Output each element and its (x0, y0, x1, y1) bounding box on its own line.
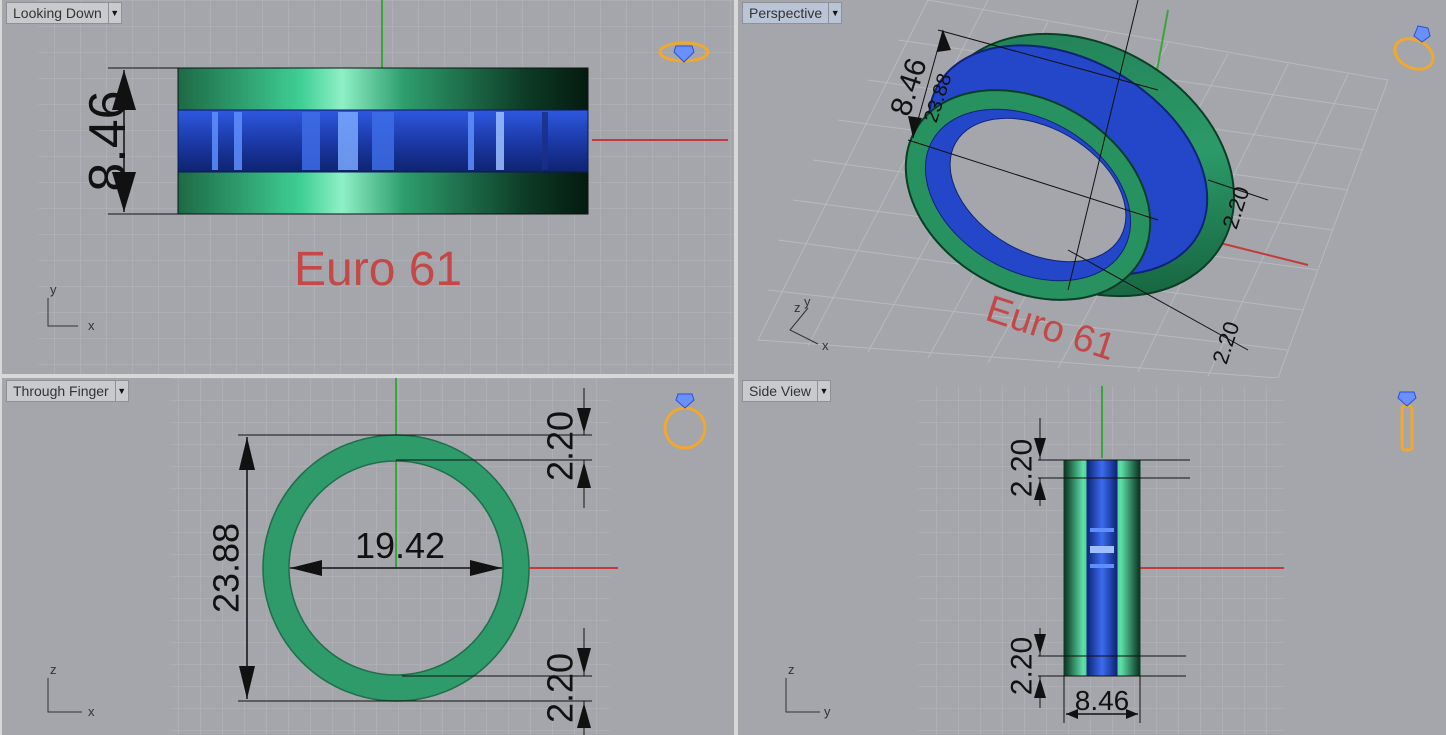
dim-bottom-label: 2.20 (540, 653, 581, 723)
dim-outer-label: 23.88 (206, 523, 247, 613)
dim-d-label: 2.20 (1207, 318, 1244, 366)
viewport-tab-through-finger[interactable]: Through Finger ▼ (6, 380, 129, 402)
viewport-tab-side-view[interactable]: Side View ▼ (742, 380, 832, 402)
ring-perspective-icon[interactable] (1388, 20, 1440, 74)
diamond-ring-flat-icon[interactable] (656, 36, 712, 68)
viewport-title: Side View (749, 383, 812, 399)
axis-y-label: y (804, 294, 811, 309)
dim-top-label: 2.20 (540, 411, 581, 481)
viewport-title: Through Finger (13, 383, 109, 399)
axis-gizmo (47, 678, 82, 713)
axis-y-label: y (824, 704, 831, 719)
axis-x-label: x (88, 704, 95, 719)
axis-z-label: z (50, 662, 57, 677)
viewport-title: Looking Down (13, 5, 102, 21)
axis-gizmo (785, 678, 820, 713)
viewport-looking-down[interactable]: 8.46 y x Euro 61 Looking Down ▼ (2, 0, 734, 374)
chevron-down-icon[interactable]: ▼ (107, 3, 121, 23)
axis-z-label: z (794, 300, 801, 315)
axis-x-label: x (822, 338, 829, 353)
viewport-perspective[interactable]: 8.46 23.88 2.20 2.20 z y x Euro 61 Persp… (738, 0, 1446, 378)
dim-inner-label: 19.42 (355, 525, 445, 566)
ring-side-icon[interactable] (1394, 390, 1420, 456)
dim-height-label: 8.46 (79, 90, 137, 191)
dim-bottom-label: 2.20 (1006, 637, 1039, 695)
dim-top-label: 2.20 (1006, 439, 1039, 497)
chevron-down-icon[interactable]: ▼ (114, 381, 128, 401)
viewport-tab-perspective[interactable]: Perspective ▼ (742, 2, 843, 24)
euro-size-text: Euro 61 (294, 243, 463, 296)
side-view-scene: 2.20 2.20 8.46 z y (785, 386, 1284, 735)
viewport-tab-looking-down[interactable]: Looking Down ▼ (6, 2, 122, 24)
axis-z-label: z (788, 662, 795, 677)
viewport-through-finger[interactable]: 23.88 19.42 2.20 2.20 z x Through Finger… (2, 378, 734, 735)
dim-width-label: 8.46 (1075, 685, 1130, 716)
axis-x-label: x (88, 318, 95, 333)
axis-y-label: y (50, 282, 57, 297)
chevron-down-icon[interactable]: ▼ (828, 3, 841, 23)
chevron-down-icon[interactable]: ▼ (817, 381, 830, 401)
through-finger-scene: 23.88 19.42 2.20 2.20 z x (47, 378, 618, 735)
ring-front-icon[interactable] (658, 390, 712, 454)
viewport-side-view[interactable]: 2.20 2.20 8.46 z y Side View ▼ (738, 378, 1446, 735)
looking-down-scene: 8.46 y x (38, 0, 734, 374)
viewport-title: Perspective (749, 5, 823, 21)
